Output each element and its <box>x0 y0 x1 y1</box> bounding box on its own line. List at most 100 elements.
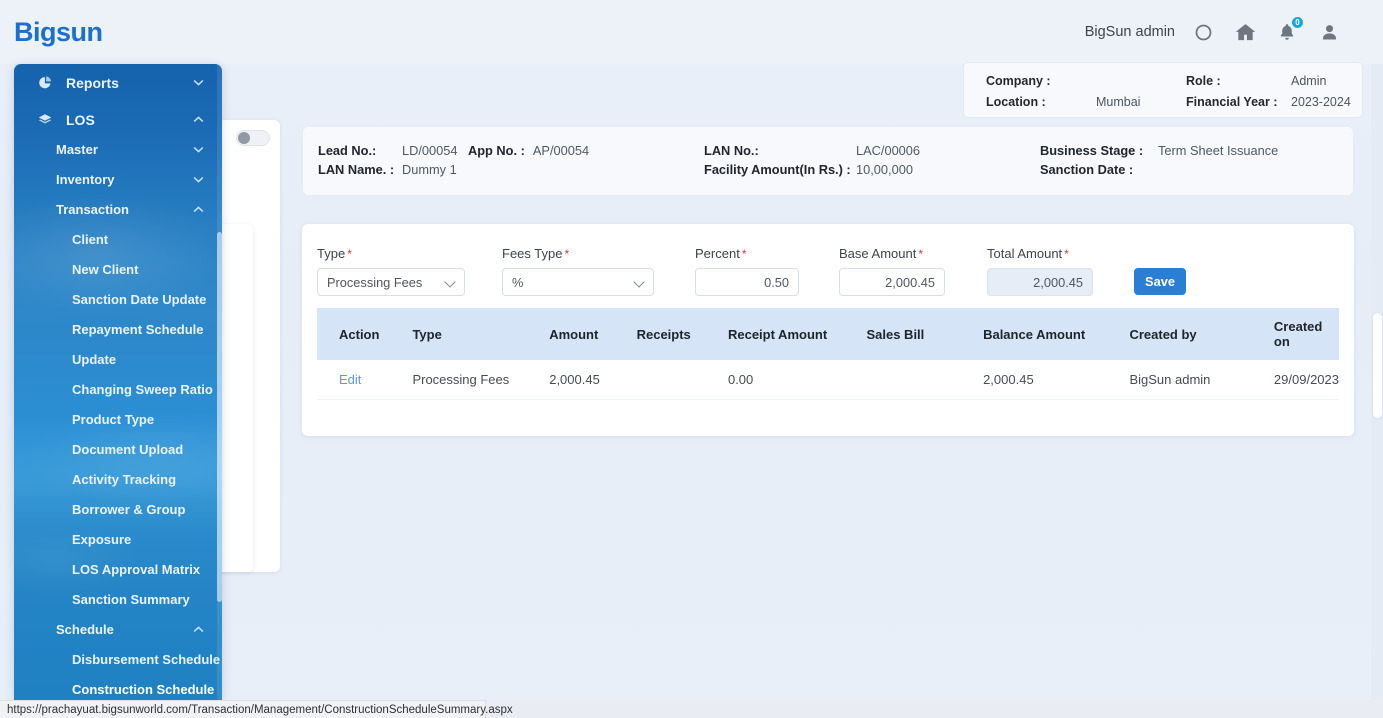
app-logo[interactable]: Bigsun <box>14 17 103 48</box>
chevron-up-icon <box>193 114 204 126</box>
required-marker: * <box>741 247 747 261</box>
sidebar-scrollbar-thumb[interactable] <box>217 232 222 602</box>
col-header-sales-bill: Sales Bill <box>866 308 984 360</box>
sidebar-item-construction-schedule[interactable]: Construction Schedule <box>14 679 222 700</box>
info-row-company: Company : Role : Admin <box>986 70 1362 91</box>
panel-toggle-switch[interactable] <box>236 130 270 146</box>
sidebar-item-sanction-summary[interactable]: Sanction Summary <box>14 589 222 610</box>
required-marker: * <box>1064 247 1069 261</box>
role-label: Role : <box>1186 73 1221 88</box>
type-select-value: Processing Fees <box>327 274 423 290</box>
home-icon[interactable] <box>1231 18 1259 46</box>
lan-no-label: LAN No.: <box>704 143 759 158</box>
base-amount-input[interactable]: 2,000.45 <box>839 268 945 296</box>
fees-type-label-text: Fees Type <box>502 246 563 261</box>
sidebar-item-los-approval-matrix[interactable]: LOS Approval Matrix <box>14 559 222 580</box>
page-scrollbar[interactable] <box>1371 64 1383 700</box>
sidebar-item-repayment-schedule[interactable]: Repayment Schedule <box>14 319 222 340</box>
field-percent: Percent * 0.50 <box>695 246 824 296</box>
charges-form-fields: Type * Processing Fees Fees Type * % Per… <box>302 224 1354 296</box>
location-label: Location : <box>986 94 1046 109</box>
role-value: Admin <box>1291 73 1327 88</box>
notification-badge: 0 <box>1291 16 1304 29</box>
sidebar-item-update[interactable]: Update <box>14 349 222 370</box>
sidebar-item-label: New Client <box>72 262 139 277</box>
sidebar-item-document-upload[interactable]: Document Upload <box>14 439 222 460</box>
business-stage-label: Business Stage : <box>1040 143 1144 158</box>
col-header-amount: Amount <box>549 308 637 360</box>
sidebar-scrollbar[interactable] <box>217 64 222 700</box>
financial-year-value: 2023-2024 <box>1291 94 1351 109</box>
location-value: Mumbai <box>1096 94 1141 109</box>
fees-type-select[interactable]: % <box>502 268 654 296</box>
sidebar-item-new-client[interactable]: New Client <box>14 259 222 280</box>
sidebar-item-inventory[interactable]: Inventory <box>14 169 222 190</box>
status-bar-url: https://prachayuat.bigsunworld.com/Trans… <box>7 703 513 716</box>
edit-link[interactable]: Edit <box>339 372 361 387</box>
sidebar-item-exposure[interactable]: Exposure <box>14 529 222 550</box>
top-bar-right: BigSun admin 0 <box>1084 16 1343 46</box>
chevron-down-icon <box>193 77 204 89</box>
dashboard-icon[interactable] <box>1189 18 1217 46</box>
required-marker: * <box>918 247 923 261</box>
sidebar-item-sanction-date-update[interactable]: Sanction Date Update <box>14 289 222 310</box>
sidebar-scroll-area: Reports LOS Master Inventory Transaction Clie… <box>14 64 222 700</box>
sidebar-item-label: Changing Sweep Ratio <box>72 382 213 397</box>
chevron-down-icon <box>444 276 456 288</box>
percent-input[interactable]: 0.50 <box>695 268 799 296</box>
sidebar-item-client[interactable]: Client <box>14 229 222 250</box>
sidebar-item-label: Repayment Schedule <box>72 322 204 337</box>
col-header-receipt-amount: Receipt Amount <box>727 308 867 360</box>
chevron-down-icon <box>633 276 645 288</box>
lead-summary-card: Lead No.: LD/00054 App No. : AP/00054 LA… <box>302 126 1354 196</box>
base-amount-label-text: Base Amount <box>839 246 917 261</box>
field-total-amount: Total Amount * 2,000.45 <box>987 246 1119 296</box>
bell-icon[interactable]: 0 <box>1273 16 1304 46</box>
table-header-row: Action Type Amount Receipts Receipt Amou… <box>317 308 1339 360</box>
type-select[interactable]: Processing Fees <box>317 268 465 296</box>
lead-col-lan: LAN No.: LAC/00006 Facility Amount(In Rs… <box>704 141 1040 179</box>
sidebar-item-label: Reports <box>66 74 119 91</box>
sidebar-item-transaction[interactable]: Transaction <box>14 199 222 220</box>
total-amount-label-text: Total Amount <box>987 246 1063 261</box>
sidebar-item-schedule[interactable]: Schedule <box>14 619 222 640</box>
sidebar-item-label: Schedule <box>56 622 114 637</box>
sidebar-item-product-type[interactable]: Product Type <box>14 409 222 430</box>
base-amount-label: Base Amount * <box>839 246 972 261</box>
total-amount-input-value: 2,000.45 <box>1033 274 1083 290</box>
table-row: Edit Processing Fees 2,000.45 0.00 2,000… <box>317 360 1339 400</box>
app-no-value: AP/00054 <box>532 143 590 158</box>
business-stage-value: Term Sheet Issuance <box>1158 143 1279 158</box>
total-amount-input: 2,000.45 <box>987 268 1093 296</box>
facility-amount-label: Facility Amount(In Rs.) : <box>704 162 851 177</box>
pie-chart-icon <box>36 74 54 92</box>
lead-col-identifiers: Lead No.: LD/00054 App No. : AP/00054 LA… <box>318 141 704 179</box>
percent-label-text: Percent <box>695 246 740 261</box>
sidebar-item-activity-tracking[interactable]: Activity Tracking <box>14 469 222 490</box>
browser-status-bar: https://prachayuat.bigsunworld.com/Trans… <box>0 700 513 718</box>
sidebar-item-changing-sweep-ratio[interactable]: Changing Sweep Ratio <box>14 379 222 400</box>
col-header-receipts: Receipts <box>636 308 728 360</box>
type-label-text: Type <box>317 246 346 261</box>
cell-receipt-amount: 0.00 <box>727 360 867 400</box>
sidebar-item-disbursement-schedule[interactable]: Disbursement Schedule <box>14 649 222 670</box>
percent-label: Percent * <box>695 246 824 261</box>
sidebar-item-borrower-group[interactable]: Borrower & Group <box>14 499 222 520</box>
app-no-label: App No. : <box>468 143 525 158</box>
field-base-amount: Base Amount * 2,000.45 <box>839 246 972 296</box>
save-button[interactable]: Save <box>1134 268 1186 295</box>
page-scrollbar-thumb[interactable] <box>1373 313 1382 418</box>
company-label: Company : <box>986 73 1051 88</box>
sidebar-item-los[interactable]: LOS <box>14 109 222 130</box>
sidebar-item-label: Master <box>56 142 98 157</box>
sidebar-item-master[interactable]: Master <box>14 139 222 160</box>
cell-action: Edit <box>317 360 413 400</box>
lan-name-label: LAN Name. : <box>318 162 395 177</box>
charges-form-card: Type * Processing Fees Fees Type * % Per… <box>302 224 1354 436</box>
sidebar-item-label: Construction Schedule <box>72 682 215 697</box>
user-icon[interactable] <box>1315 18 1343 46</box>
current-user-label: BigSun admin <box>1084 24 1175 40</box>
type-label: Type * <box>317 246 487 261</box>
sidebar-item-reports[interactable]: Reports <box>14 72 222 93</box>
cell-amount: 2,000.45 <box>549 360 637 400</box>
